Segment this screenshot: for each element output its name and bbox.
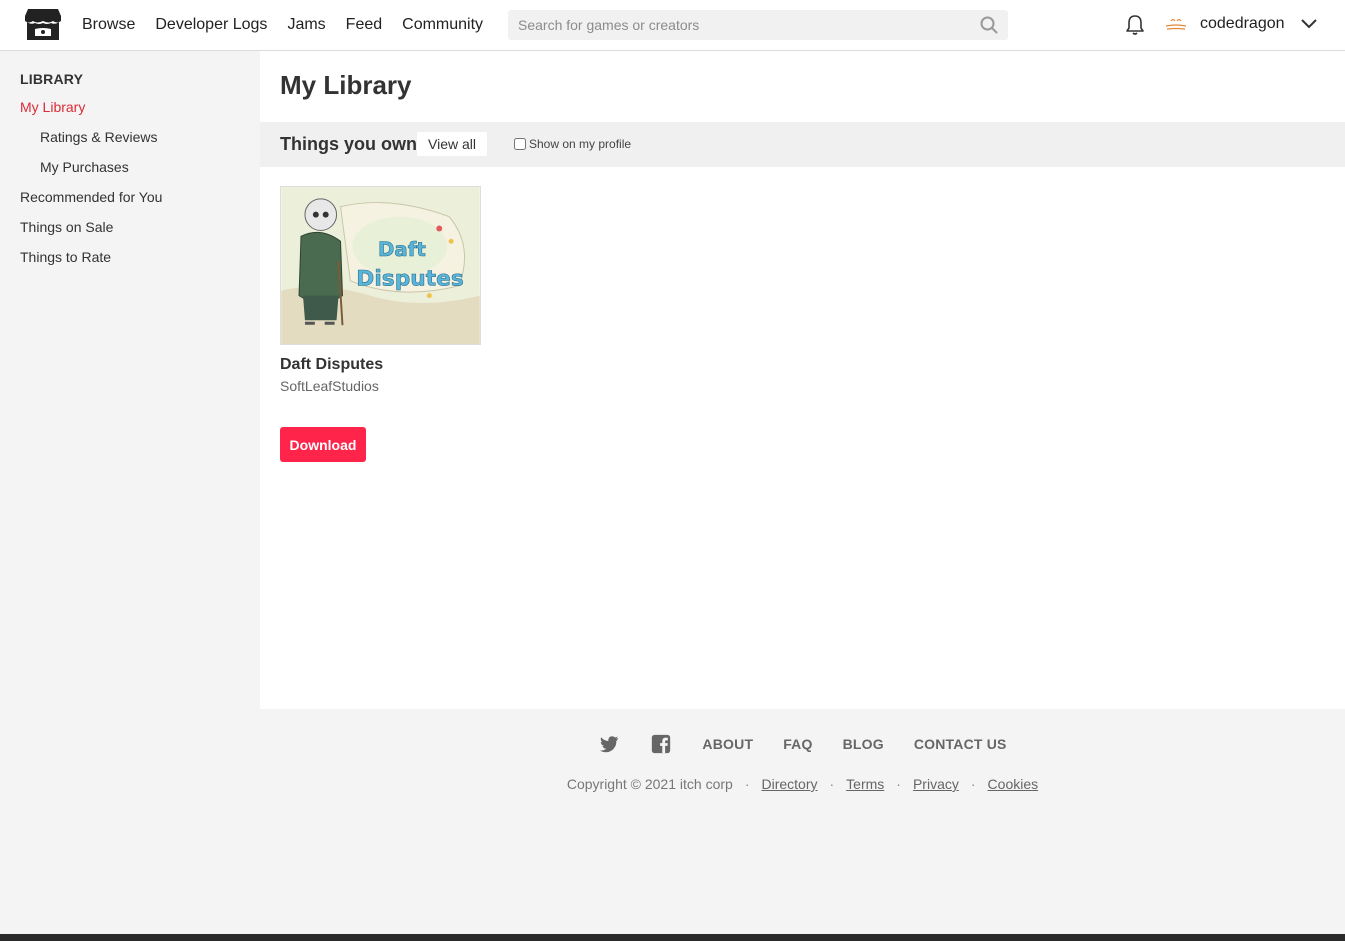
- game-title[interactable]: Daft Disputes: [280, 356, 481, 374]
- sidebar-item-things-on-sale[interactable]: Things on Sale: [0, 212, 260, 242]
- sidebar-item-ratings-reviews[interactable]: Ratings & Reviews: [0, 122, 260, 152]
- separator-dot: ·: [829, 776, 835, 792]
- search-input[interactable]: [508, 10, 1008, 40]
- nav-jams[interactable]: Jams: [287, 16, 325, 34]
- main-nav: Browse Developer Logs Jams Feed Communit…: [82, 0, 483, 50]
- svg-text:Daft: Daft: [378, 238, 426, 261]
- show-on-profile-label: Show on my profile: [529, 137, 632, 151]
- footer-link-cookies[interactable]: Cookies: [988, 776, 1039, 792]
- bell-icon[interactable]: [1125, 14, 1145, 36]
- game-thumbnail[interactable]: Daft Disputes: [280, 186, 481, 345]
- owned-section-header: Things you own View all Show on my profi…: [260, 122, 1345, 167]
- user-avatar-icon[interactable]: [1163, 13, 1189, 35]
- nav-browse[interactable]: Browse: [82, 16, 135, 34]
- search-icon[interactable]: [980, 16, 998, 34]
- view-all-button[interactable]: View all: [417, 132, 487, 156]
- bottom-edge-bar: [0, 934, 1345, 941]
- svg-text:Disputes: Disputes: [356, 267, 463, 292]
- sidebar-list: My Library Ratings & Reviews My Purchase…: [0, 92, 260, 272]
- footer-link-blog[interactable]: BLOG: [843, 736, 884, 752]
- top-header: Browse Developer Logs Jams Feed Communit…: [0, 0, 1345, 51]
- nav-feed[interactable]: Feed: [346, 16, 382, 34]
- sidebar-item-my-library[interactable]: My Library: [0, 92, 260, 122]
- main-content: My Library Things you own View all Show …: [260, 51, 1345, 709]
- sidebar-item-recommended[interactable]: Recommended for You: [0, 182, 260, 212]
- sidebar-item-things-to-rate[interactable]: Things to Rate: [0, 242, 260, 272]
- game-cell: Daft Disputes Daft Disputes SoftLeafStud…: [280, 186, 481, 394]
- show-on-profile-option[interactable]: Show on my profile: [514, 137, 631, 151]
- page-title: My Library: [280, 70, 412, 100]
- footer-link-privacy[interactable]: Privacy: [913, 776, 959, 792]
- nav-developer-logs[interactable]: Developer Logs: [155, 16, 267, 34]
- twitter-icon[interactable]: [598, 733, 620, 755]
- footer-link-faq[interactable]: FAQ: [783, 736, 812, 752]
- site-footer: ABOUT FAQ BLOG CONTACT US Copyright © 20…: [260, 709, 1345, 934]
- copyright-row: Copyright © 2021 itch corp · Directory ·…: [260, 776, 1345, 792]
- sidebar-heading: LIBRARY: [20, 71, 84, 87]
- nav-community[interactable]: Community: [402, 16, 483, 34]
- show-on-profile-checkbox[interactable]: [514, 138, 526, 150]
- section-title: Things you own: [280, 134, 417, 154]
- library-sidebar: LIBRARY My Library Ratings & Reviews My …: [0, 51, 260, 941]
- separator-dot: ·: [970, 776, 976, 792]
- separator-dot: ·: [896, 776, 901, 792]
- username[interactable]: codedragon: [1200, 15, 1285, 33]
- separator-dot: ·: [744, 776, 750, 792]
- footer-link-directory[interactable]: Directory: [761, 776, 817, 792]
- chevron-down-icon[interactable]: [1300, 17, 1318, 31]
- footer-link-terms[interactable]: Terms: [846, 776, 884, 792]
- itch-logo-icon[interactable]: [24, 7, 62, 43]
- copyright-text: Copyright © 2021 itch corp: [566, 776, 733, 792]
- download-button[interactable]: Download: [280, 427, 366, 462]
- sidebar-item-my-purchases[interactable]: My Purchases: [0, 152, 260, 182]
- search-box: [508, 10, 1008, 40]
- footer-link-contact[interactable]: CONTACT US: [914, 736, 1007, 752]
- footer-links-row: ABOUT FAQ BLOG CONTACT US: [260, 733, 1345, 755]
- footer-link-about[interactable]: ABOUT: [702, 736, 753, 752]
- facebook-icon[interactable]: [650, 733, 672, 755]
- game-author[interactable]: SoftLeafStudios: [280, 378, 481, 394]
